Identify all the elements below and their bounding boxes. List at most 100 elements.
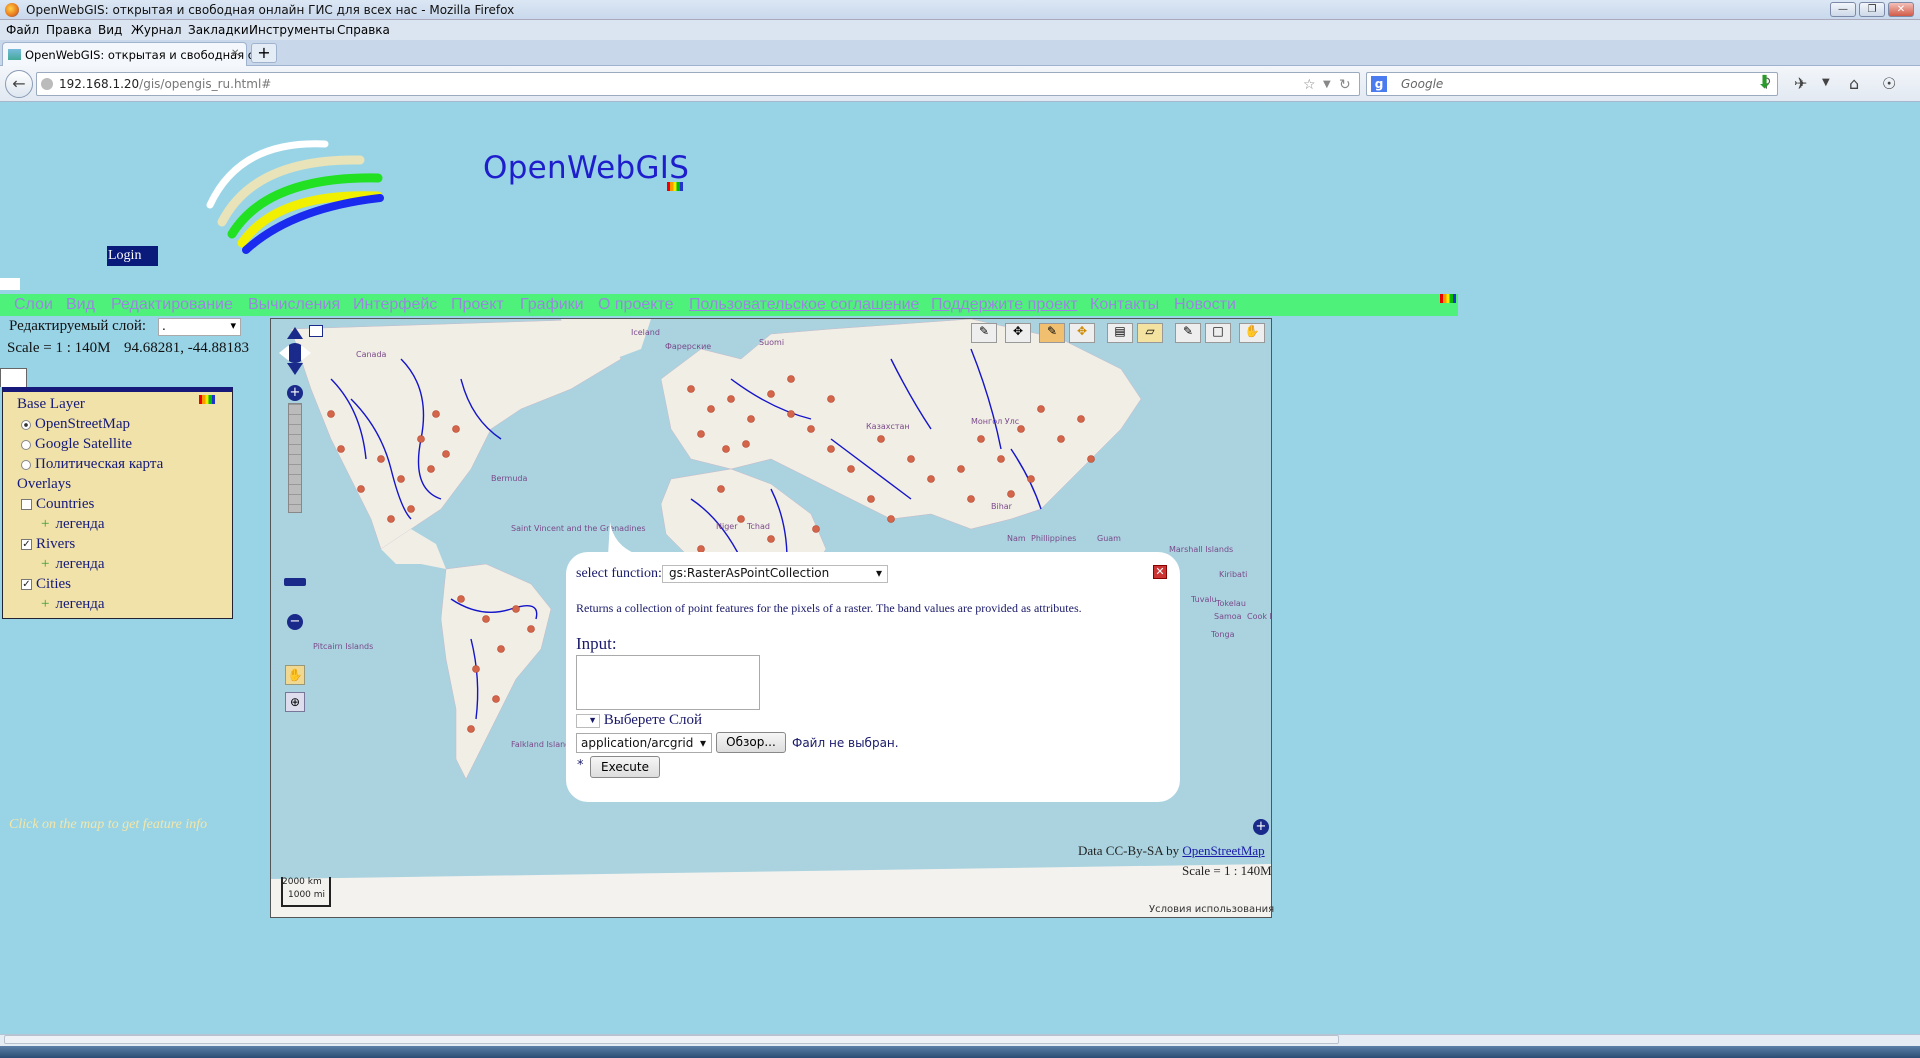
zoom-box-icon[interactable]: ⊕ — [285, 692, 305, 712]
svg-text:Казахстан: Казахстан — [866, 422, 910, 431]
reload-icon[interactable]: ↻ — [1339, 77, 1351, 93]
svg-text:Marshall Islands: Marshall Islands — [1169, 545, 1233, 554]
terms-link[interactable]: Условия использования — [1149, 904, 1274, 915]
overlay-rivers[interactable]: ✓ Rivers — [21, 536, 75, 553]
layer-switcher-toggle[interactable]: + — [1253, 819, 1269, 835]
input-textarea[interactable] — [576, 655, 760, 710]
legend-countries[interactable]: + легенда — [41, 516, 105, 533]
bookmark-star-icon[interactable]: ☆ — [1303, 77, 1316, 93]
svg-text:Tchad: Tchad — [746, 522, 770, 531]
osm-link[interactable]: OpenStreetMap — [1182, 843, 1264, 858]
history-dropdown-icon[interactable]: ▼ — [1323, 79, 1331, 90]
zoom-out-button[interactable]: − — [287, 614, 303, 630]
zoom-in-button[interactable]: + — [287, 385, 303, 401]
menu-history[interactable]: Журнал — [131, 23, 182, 37]
menu-about[interactable]: О проекте — [598, 296, 673, 314]
login-button[interactable]: Login — [107, 246, 158, 266]
back-button[interactable]: ← — [5, 70, 33, 98]
url-bar[interactable]: 192.168.1.20/gis/opengis_ru.html# ☆ ▼ ↻ — [36, 72, 1360, 96]
browse-button[interactable]: Обзор... — [716, 732, 786, 753]
menu-edit[interactable]: Правка — [46, 23, 92, 37]
svg-text:Iceland: Iceland — [631, 328, 660, 337]
execute-button[interactable]: Execute — [590, 756, 660, 778]
menu-bookmarks[interactable]: Закладки — [188, 23, 249, 37]
site-identity-icon[interactable] — [41, 78, 53, 90]
menu-layers[interactable]: Слои — [14, 296, 53, 314]
close-window-button[interactable]: ✕ — [1888, 2, 1914, 17]
menu-charts[interactable]: Графики — [520, 296, 584, 314]
save-icon[interactable]: ▤ — [1107, 323, 1133, 343]
draw-polygon-icon[interactable]: ▱ — [1137, 323, 1163, 343]
mime-type-select[interactable]: application/arcgrid — [576, 733, 712, 753]
map-attribution: Data CC-By-SA by OpenStreetMap — [1078, 843, 1265, 858]
popup-close-icon[interactable]: ✕ — [1153, 565, 1167, 579]
menu-contacts[interactable]: Контакты — [1090, 296, 1159, 314]
checkbox-checked-icon[interactable]: ✓ — [21, 579, 32, 591]
pan-hand-icon[interactable]: ✋ — [285, 665, 305, 685]
zoom-slider-handle[interactable] — [284, 578, 306, 586]
edit-layer-select[interactable]: . — [158, 318, 241, 336]
home-icon[interactable]: ⌂ — [1849, 74, 1859, 93]
radio-icon[interactable] — [21, 459, 31, 470]
menu-calculations[interactable]: Вычисления — [248, 296, 340, 314]
base-layer-osm[interactable]: OpenStreetMap — [21, 416, 130, 433]
move-icon[interactable]: ✥ — [1005, 323, 1031, 343]
scrollbar-thumb[interactable] — [4, 1035, 1339, 1044]
menu-view[interactable]: Вид — [98, 23, 122, 37]
svg-text:Tonga: Tonga — [1210, 630, 1235, 639]
search-box[interactable]: g Google ⚲ — [1366, 72, 1778, 96]
menu-view-page[interactable]: Вид — [66, 296, 95, 314]
function-description: Returns a collection of point features f… — [576, 601, 1082, 615]
svg-text:Samoa: Samoa — [1214, 612, 1242, 621]
legend-rivers[interactable]: + легенда — [41, 556, 105, 573]
svg-text:Phillippines: Phillippines — [1031, 534, 1076, 543]
openwebgis-logo — [206, 140, 384, 254]
checkbox-icon[interactable] — [21, 499, 32, 511]
base-layer-political[interactable]: Политическая карта — [21, 456, 163, 473]
menu-user-agreement[interactable]: Пользовательское соглашение — [689, 296, 919, 314]
layer-list-icon[interactable] — [309, 325, 323, 337]
overlay-cities[interactable]: ✓ Cities — [21, 576, 71, 593]
menu-project[interactable]: Проект — [451, 296, 504, 314]
select-icon[interactable]: □ — [1205, 323, 1231, 343]
navigate-hand-icon[interactable]: ✋ — [1239, 323, 1265, 343]
choose-layer-dropdown[interactable]: ▼ Выберете Слой — [576, 712, 702, 729]
addon-dropdown-icon[interactable]: ▼ — [1822, 77, 1830, 88]
menu-tools[interactable]: Инструменты — [249, 23, 335, 37]
tab-close-icon[interactable]: ✕ — [231, 48, 239, 59]
drag-icon[interactable]: ✥ — [1069, 323, 1095, 343]
menu-interface[interactable]: Интерфейс — [353, 296, 437, 314]
function-select[interactable]: gs:RasterAsPointCollection — [662, 565, 888, 583]
minimize-button[interactable]: — — [1830, 2, 1856, 17]
base-layer-google-satellite[interactable]: Google Satellite — [21, 436, 132, 453]
checkbox-checked-icon[interactable]: ✓ — [21, 539, 32, 551]
legend-cities[interactable]: + легенда — [41, 596, 105, 613]
addon-icon[interactable]: ✈ — [1794, 74, 1807, 93]
rainbow-flag-icon — [667, 182, 683, 191]
menu-file[interactable]: Файл — [6, 23, 39, 37]
sync-icon[interactable]: ☉ — [1882, 74, 1896, 93]
draw-line-icon[interactable]: ✎ — [971, 323, 997, 343]
svg-text:Монгол Улс: Монгол Улс — [971, 417, 1019, 426]
cursor-coordinates: 94.68281, -44.88183 — [124, 340, 249, 356]
navigation-bar: ← 192.168.1.20/gis/opengis_ru.html# ☆ ▼ … — [0, 66, 1920, 102]
menu-news[interactable]: Новости — [1174, 296, 1236, 314]
menu-help[interactable]: Справка — [337, 23, 390, 37]
downloads-icon[interactable]: ⬇ — [1757, 72, 1772, 93]
tab-openwebgis[interactable]: OpenWebGIS: открытая и свободная о... ✕ — [2, 42, 266, 66]
overlay-countries[interactable]: Countries — [21, 496, 94, 513]
new-tab-button[interactable]: + — [251, 43, 277, 63]
reshape-icon[interactable]: ✎ — [1175, 323, 1201, 343]
menu-editing[interactable]: Редактирование — [111, 296, 233, 314]
radio-icon[interactable] — [21, 419, 31, 430]
maximize-button[interactable]: ❐ — [1859, 2, 1885, 17]
menu-support[interactable]: Поддержите проект — [931, 296, 1078, 314]
zoom-slider[interactable] — [288, 403, 302, 513]
file-status: Файл не выбран. — [792, 736, 899, 750]
pan-control[interactable] — [277, 323, 313, 377]
google-search-engine-icon[interactable]: g — [1371, 76, 1387, 92]
radio-icon[interactable] — [21, 439, 31, 450]
url-text: 192.168.1.20/gis/opengis_ru.html# — [59, 77, 272, 91]
edit-feature-icon[interactable]: ✎ — [1039, 323, 1065, 343]
layer-flag-icon — [199, 395, 215, 404]
